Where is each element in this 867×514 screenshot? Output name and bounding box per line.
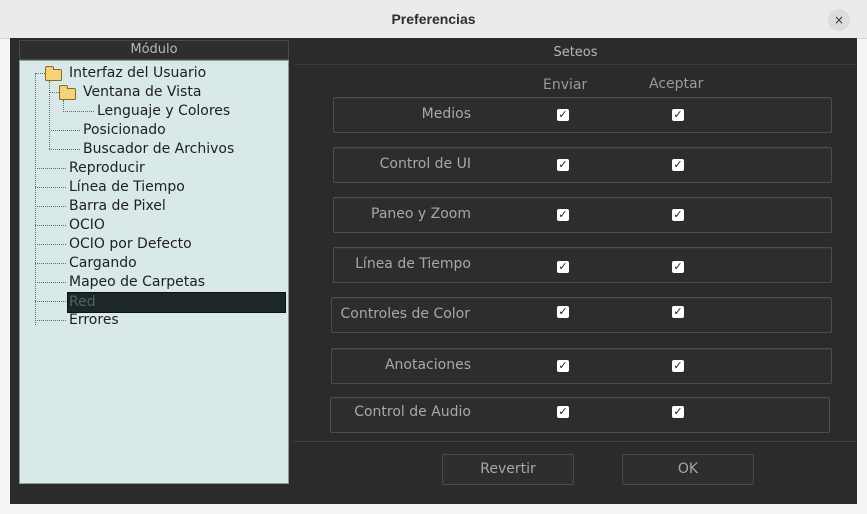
setting-row-medios: Medios ✓ ✓ (333, 97, 832, 133)
column-header-aceptar: Aceptar (649, 76, 704, 92)
tree-connector (35, 301, 66, 302)
tree-connector (35, 282, 66, 283)
enviar-checkbox[interactable]: ✓ (557, 360, 569, 372)
folder-open-icon (45, 66, 62, 81)
aceptar-checkbox[interactable]: ✓ (672, 406, 684, 418)
tree-connector (63, 111, 94, 112)
setting-label: Anotaciones (384, 357, 471, 373)
tree-connector (49, 130, 80, 131)
column-header-enviar: Enviar (543, 77, 588, 93)
setting-row-anotaciones: Anotaciones ✓ ✓ (331, 348, 832, 384)
tree-item-barra-pixel[interactable]: Barra de Pixel (69, 197, 166, 216)
tree-connector (35, 187, 66, 188)
tree-item-ocio[interactable]: OCIO (69, 216, 105, 235)
setting-label: Medios (421, 106, 471, 122)
divider (294, 441, 857, 442)
aceptar-checkbox[interactable]: ✓ (672, 209, 684, 221)
tree-item-buscador[interactable]: Buscador de Archivos (83, 140, 234, 159)
tree-item-cargando[interactable]: Cargando (69, 254, 137, 273)
tree-item-reproducir[interactable]: Reproducir (69, 159, 145, 178)
setting-row-controles-color: Controles de Color ✓ ✓ (331, 297, 832, 333)
enviar-checkbox[interactable]: ✓ (557, 159, 569, 171)
settings-header: Seteos (553, 45, 598, 60)
aceptar-checkbox[interactable]: ✓ (672, 261, 684, 273)
close-icon[interactable]: × (828, 9, 850, 31)
tree-connector (35, 244, 66, 245)
tree-connector (35, 73, 45, 74)
tree-connector (35, 320, 66, 321)
ok-button[interactable]: OK (622, 454, 754, 485)
tree-connector (35, 168, 66, 169)
setting-label: Control de Audio (354, 404, 471, 420)
revert-button[interactable]: Revertir (442, 454, 574, 485)
enviar-checkbox[interactable]: ✓ (557, 406, 569, 418)
module-header: Módulo (19, 40, 289, 60)
tree-item-ventana-vista[interactable]: Ventana de Vista (83, 83, 201, 102)
aceptar-checkbox[interactable]: ✓ (672, 159, 684, 171)
tree-connector (35, 206, 66, 207)
setting-label: Paneo y Zoom (371, 206, 471, 222)
tree-item-mapeo-carpetas[interactable]: Mapeo de Carpetas (69, 273, 205, 292)
enviar-checkbox[interactable]: ✓ (557, 261, 569, 273)
enviar-checkbox[interactable]: ✓ (557, 209, 569, 221)
tree-item-linea-tiempo[interactable]: Línea de Tiempo (69, 178, 185, 197)
tree-item-lenguaje-colores[interactable]: Lenguaje y Colores (97, 102, 230, 121)
setting-row-paneo-zoom: Paneo y Zoom ✓ ✓ (333, 197, 832, 233)
setting-label: Control de UI (379, 156, 471, 172)
aceptar-checkbox[interactable]: ✓ (672, 109, 684, 121)
tree-item-ocio-defecto[interactable]: OCIO por Defecto (69, 235, 192, 254)
aceptar-checkbox[interactable]: ✓ (672, 306, 684, 318)
setting-row-control-ui: Control de UI ✓ ✓ (333, 147, 832, 183)
tree-connector (35, 225, 66, 226)
tree-item-interfaz[interactable]: Interfaz del Usuario (69, 64, 206, 83)
aceptar-checkbox[interactable]: ✓ (672, 360, 684, 372)
window-title: Preferencias (391, 11, 476, 27)
divider (294, 64, 857, 65)
tree-item-posicionado[interactable]: Posicionado (83, 121, 166, 140)
module-tree[interactable]: Interfaz del Usuario Ventana de Vista Le… (19, 60, 289, 484)
dialog-body: Módulo Interfaz del Usuario Ventana de V… (10, 38, 857, 504)
title-bar: Preferencias × (0, 0, 867, 39)
tree-connector (35, 263, 66, 264)
tree-connector (49, 149, 80, 150)
tree-item-red[interactable]: Red (67, 292, 286, 313)
enviar-checkbox[interactable]: ✓ (557, 306, 569, 318)
tree-connector (49, 92, 59, 93)
setting-label: Controles de Color (340, 306, 470, 322)
folder-open-icon (59, 85, 76, 100)
setting-label: Línea de Tiempo (355, 256, 471, 272)
setting-row-control-audio: Control de Audio ✓ ✓ (330, 397, 830, 433)
tree-connector (35, 73, 36, 325)
setting-row-linea-tiempo: Línea de Tiempo ✓ ✓ (333, 247, 832, 283)
enviar-checkbox[interactable]: ✓ (557, 109, 569, 121)
tree-item-errores[interactable]: Errores (69, 311, 119, 330)
